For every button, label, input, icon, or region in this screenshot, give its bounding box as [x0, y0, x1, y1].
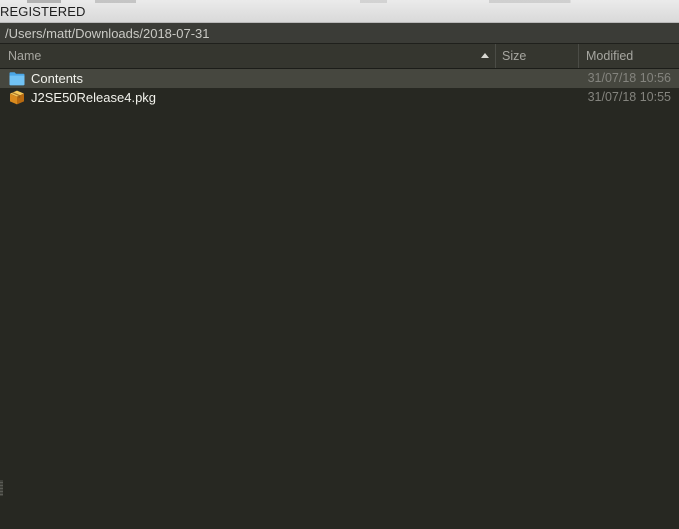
file-row-contents[interactable]: Contents 31/07/18 10:56 [0, 69, 679, 88]
file-browser-window: REGISTERED /Users/matt/Downloads/2018-07… [0, 0, 679, 529]
column-modified-header[interactable]: Modified [579, 44, 679, 68]
current-path: /Users/matt/Downloads/2018-07-31 [5, 26, 210, 41]
column-name-label: Name [8, 49, 42, 63]
column-size-header[interactable]: Size [496, 44, 579, 68]
file-modified: 31/07/18 10:55 [587, 90, 671, 104]
file-list: Contents 31/07/18 10:56 J2SE50Release4.p… [0, 69, 679, 107]
column-size-label: Size [502, 49, 527, 63]
file-row-package[interactable]: J2SE50Release4.pkg 31/07/18 10:55 [0, 88, 679, 107]
file-modified: 31/07/18 10:56 [587, 71, 671, 85]
column-name-header[interactable]: Name [0, 44, 496, 68]
resize-grip[interactable] [0, 480, 3, 496]
folder-icon [9, 71, 25, 86]
path-bar[interactable]: /Users/matt/Downloads/2018-07-31 [0, 23, 679, 44]
sort-ascending-icon [481, 53, 489, 58]
window-title: REGISTERED [0, 4, 86, 19]
title-bar-overflow [0, 0, 679, 3]
file-name: J2SE50Release4.pkg [31, 90, 157, 105]
title-bar[interactable]: REGISTERED [0, 0, 679, 23]
file-name: Contents [31, 71, 84, 86]
column-modified-label: Modified [586, 49, 634, 63]
column-header: Name Size Modified [0, 44, 679, 69]
package-icon [9, 90, 25, 105]
